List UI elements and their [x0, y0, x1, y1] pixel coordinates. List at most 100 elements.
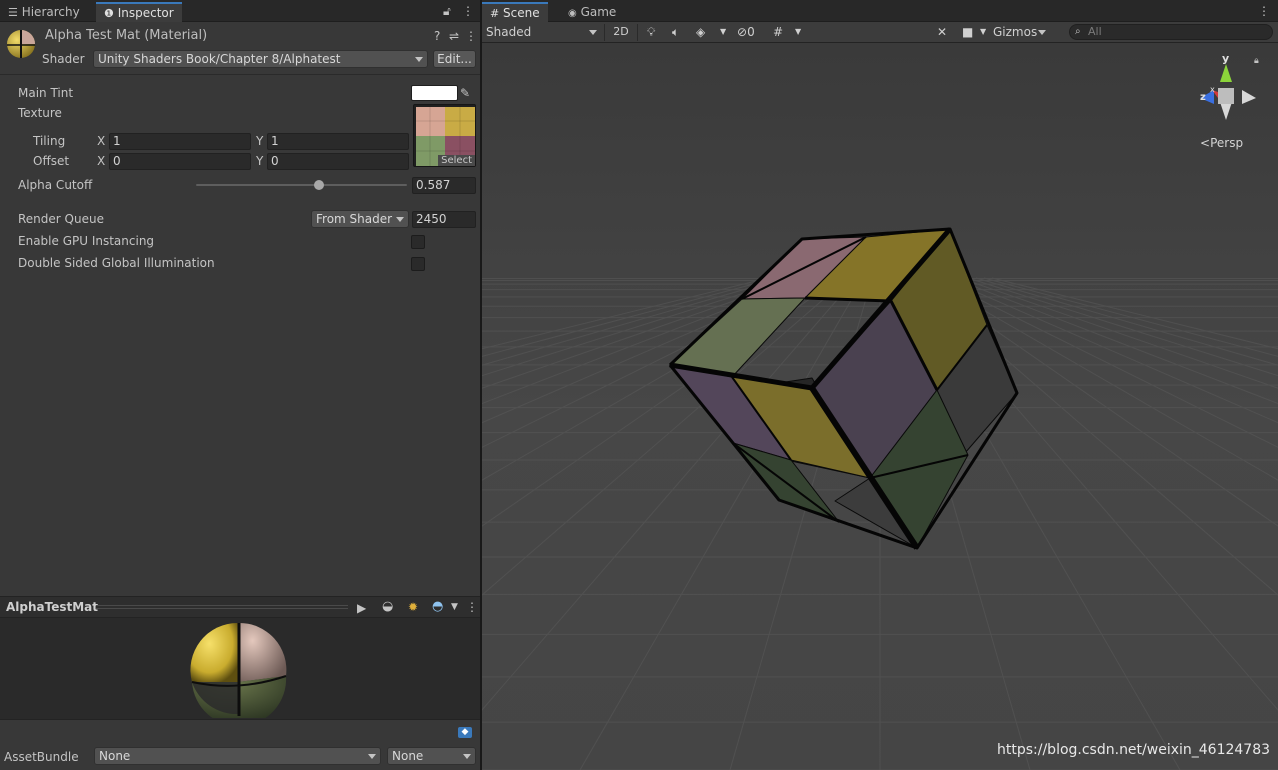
- y-label: y: [1222, 52, 1229, 65]
- z-label: z: [1200, 92, 1206, 103]
- preview-header: AlphaTestMat ▶ ◒ ✹ ◓ ▼ ⋮: [0, 596, 480, 618]
- render-queue-label: Render Queue: [18, 212, 104, 226]
- camera-icon[interactable]: ■: [962, 22, 973, 42]
- shading-mode-dropdown[interactable]: Shaded: [486, 22, 601, 42]
- gizmo-center-cube[interactable]: [1218, 88, 1234, 104]
- tab-hierarchy[interactable]: ☰ Hierarchy: [0, 2, 88, 22]
- preview-area: [0, 618, 480, 719]
- main-tint-label: Main Tint: [18, 86, 74, 100]
- audio-icon[interactable]: 🔈︎: [672, 22, 679, 42]
- shader-dropdown[interactable]: Unity Shaders Book/Chapter 8/Alphatest: [93, 50, 428, 68]
- tab-inspector[interactable]: ❶ Inspector: [96, 2, 182, 22]
- lock-icon[interactable]: 🔓︎: [443, 4, 451, 18]
- play-icon[interactable]: ▶: [357, 601, 366, 615]
- inspector-panel: ☰ Hierarchy ❶ Inspector 🔓︎ ⋮ Alpha Test …: [0, 0, 480, 770]
- projection-toggle[interactable]: <Persp: [1200, 136, 1243, 150]
- tiling-x-label: X: [97, 134, 106, 148]
- drag-handle[interactable]: [96, 605, 348, 606]
- effects-icon[interactable]: ◈: [696, 22, 705, 42]
- slider-track: [196, 184, 407, 186]
- offset-x-label: X: [97, 154, 106, 168]
- left-tab-bar: ☰ Hierarchy ❶ Inspector 🔓︎ ⋮: [0, 0, 480, 22]
- tiling-label: Tiling: [33, 134, 66, 148]
- chevron-down-icon[interactable]: ▼: [720, 22, 726, 42]
- tab-scene[interactable]: # Scene: [482, 2, 548, 22]
- drag-handle-line: [96, 608, 348, 609]
- divider: [637, 24, 638, 41]
- preset-icon[interactable]: ⇌: [449, 29, 459, 43]
- gizmos-dropdown[interactable]: Gizmos: [993, 22, 1050, 42]
- shader-label: Shader: [42, 52, 85, 66]
- info-icon: ❶: [104, 7, 114, 20]
- tiling-x-field[interactable]: 1: [109, 133, 251, 150]
- slider-thumb[interactable]: [314, 180, 324, 190]
- search-icon: ⌕: [1075, 26, 1081, 37]
- background-icon[interactable]: ◓: [432, 600, 443, 614]
- x-axis-cone[interactable]: [1242, 90, 1256, 104]
- sphere-mesh-icon[interactable]: ◒: [382, 600, 393, 614]
- scene-search-input[interactable]: ⌕ All: [1069, 24, 1273, 40]
- right-tab-bar: # Scene ◉ Game ⋮: [482, 0, 1278, 22]
- assetbundle-variant-dropdown[interactable]: None: [387, 747, 476, 765]
- alpha-cutoff-field[interactable]: 0.587: [412, 177, 476, 194]
- offset-y-label: Y: [256, 154, 264, 168]
- chevron-down-icon[interactable]: ▼: [451, 600, 458, 614]
- render-queue-mode-dropdown[interactable]: From Shader: [311, 210, 409, 228]
- material-title: Alpha Test Mat (Material): [45, 28, 208, 43]
- gpu-instancing-checkbox[interactable]: [411, 235, 425, 249]
- mode-2d-toggle[interactable]: 2D: [608, 22, 634, 42]
- gamepad-icon: ◉: [568, 8, 577, 19]
- help-icon[interactable]: ?: [434, 29, 440, 43]
- grid-snap-icon[interactable]: #: [773, 22, 783, 42]
- render-queue-field[interactable]: 2450: [412, 211, 476, 228]
- double-sided-gi-label: Double Sided Global Illumination: [18, 256, 215, 270]
- kebab-menu-icon[interactable]: ⋮: [462, 4, 474, 18]
- context-menu-icon[interactable]: ⋮: [465, 29, 477, 43]
- lighting-icon[interactable]: 💡︎: [647, 22, 655, 42]
- neg-y-axis-cone[interactable]: [1220, 102, 1232, 120]
- texture-slot[interactable]: Select: [413, 104, 476, 167]
- divider: [0, 74, 480, 75]
- preview-menu-icon[interactable]: ⋮: [466, 600, 478, 614]
- tiling-y-label: Y: [256, 134, 264, 148]
- gpu-instancing-label: Enable GPU Instancing: [18, 234, 155, 248]
- preview-title: AlphaTestMat: [6, 600, 99, 614]
- eyedropper-icon[interactable]: ✎: [460, 86, 470, 100]
- offset-x-field[interactable]: 0: [109, 153, 251, 170]
- x-label: x: [1210, 85, 1215, 94]
- y-axis-cone[interactable]: [1220, 64, 1232, 82]
- assetbundle-label: AssetBundle: [4, 750, 79, 764]
- assetbundle-bar: ◆ AssetBundle None None: [0, 719, 480, 770]
- tab-game[interactable]: ◉ Game: [560, 2, 624, 22]
- chevron-down-icon: [1038, 30, 1046, 35]
- divider: [604, 24, 605, 41]
- tag-icon[interactable]: ◆: [458, 727, 472, 738]
- grid-icon: #: [490, 7, 500, 20]
- texture-select-button[interactable]: Select: [438, 155, 475, 166]
- chevron-down-icon[interactable]: ▼: [795, 22, 801, 42]
- panel-splitter[interactable]: [480, 0, 482, 770]
- main-tint-color-field[interactable]: [411, 85, 458, 101]
- scene-menu-icon[interactable]: ⋮: [1258, 4, 1270, 18]
- watermark: https://blog.csdn.net/weixin_46124783: [997, 742, 1271, 758]
- chevron-down-icon: [589, 30, 597, 35]
- hidden-objects-icon[interactable]: ⊘0: [737, 22, 755, 42]
- edit-shader-button[interactable]: Edit...: [433, 50, 476, 68]
- material-preview-sphere: [190, 622, 287, 718]
- double-sided-gi-checkbox[interactable]: [411, 257, 425, 271]
- offset-y-field[interactable]: 0: [267, 153, 409, 170]
- scene-viewport[interactable]: [482, 43, 1278, 770]
- tiling-y-field[interactable]: 1: [267, 133, 409, 150]
- texture-label: Texture: [18, 106, 62, 120]
- assetbundle-name-dropdown[interactable]: None: [94, 747, 381, 765]
- lights-icon[interactable]: ✹: [408, 600, 418, 614]
- gizmo-lock-icon[interactable]: 🔒︎: [1254, 54, 1259, 68]
- chevron-down-icon[interactable]: ▼: [980, 22, 986, 42]
- scene-panel: # Scene ◉ Game ⋮ Shaded 2D 💡︎ 🔈︎ ◈ ▼ ⊘0 …: [482, 0, 1278, 770]
- tools-icon[interactable]: ✕: [937, 22, 947, 42]
- list-icon: ☰: [8, 6, 18, 19]
- offset-label: Offset: [33, 154, 70, 168]
- search-placeholder: All: [1088, 25, 1102, 38]
- alpha-cutoff-slider[interactable]: [196, 177, 407, 193]
- alpha-cutoff-label: Alpha Cutoff: [18, 178, 93, 192]
